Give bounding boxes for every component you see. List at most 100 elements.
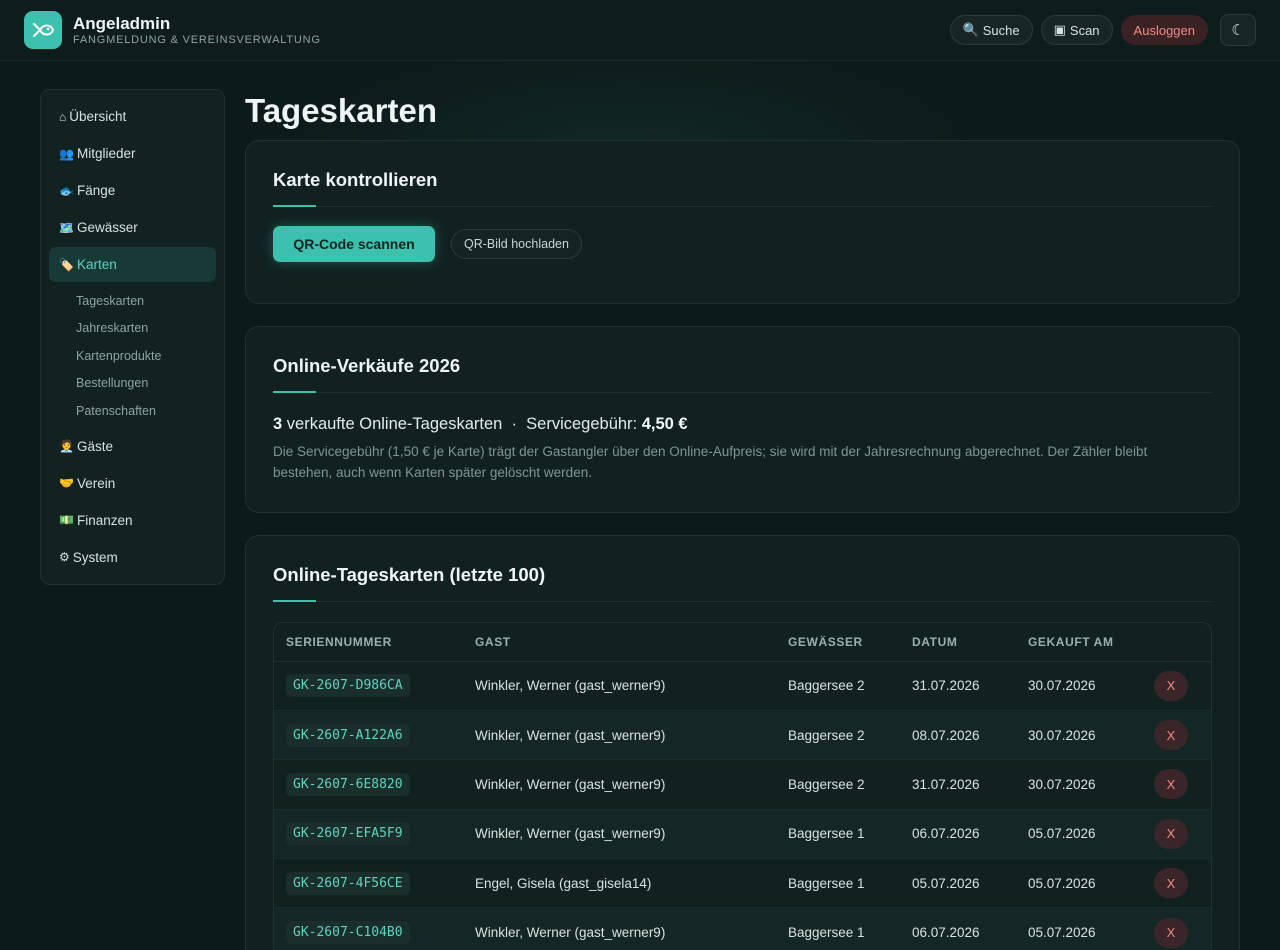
- column-header-actions: [1142, 623, 1211, 662]
- subnav-item-tageskarten[interactable]: Tageskarten: [49, 287, 216, 315]
- bought-cell: 30.07.2026: [1016, 661, 1142, 711]
- sales-stats: 3 verkaufte Online-Tageskarten · Service…: [273, 415, 1212, 434]
- money-icon: 💵: [59, 513, 74, 527]
- subnav-item-kartenprodukte[interactable]: Kartenprodukte: [49, 342, 216, 370]
- theme-toggle-moon-icon[interactable]: ☾: [1220, 14, 1256, 46]
- delete-button[interactable]: X: [1154, 818, 1188, 849]
- stats-separator: ·: [511, 415, 517, 433]
- fish-icon: 🐟: [59, 183, 74, 198]
- sidebar-item-label: Übersicht: [69, 109, 127, 124]
- search-icon: 🔍: [962, 22, 979, 37]
- handshake-icon: 🤝: [59, 476, 74, 490]
- table-row: GK-2607-6E8820 Winkler, Werner (gast_wer…: [274, 759, 1211, 810]
- sidebar-subnav-karten: Tageskarten Jahreskarten Kartenprodukte …: [49, 284, 216, 429]
- column-header-water[interactable]: Gewässer: [776, 623, 900, 662]
- table-row: GK-2607-D986CA Winkler, Werner (gast_wer…: [274, 661, 1211, 711]
- table-card: Online-Tageskarten (letzte 100) Seriennu…: [245, 535, 1240, 950]
- date-cell: 05.07.2026: [900, 858, 1016, 909]
- date-cell: 06.07.2026: [900, 907, 1016, 950]
- column-header-guest[interactable]: Gast: [463, 623, 776, 662]
- guest-cell: Winkler, Werner (gast_werner9): [463, 710, 776, 761]
- column-header-bought[interactable]: Gekauft am: [1016, 623, 1142, 662]
- subnav-item-jahreskarten[interactable]: Jahreskarten: [49, 315, 216, 343]
- qr-scan-button[interactable]: QR-Code scannen: [273, 226, 435, 262]
- subnav-item-patenschaften[interactable]: Patenschaften: [49, 397, 216, 425]
- brand-name: Angeladmin: [73, 13, 171, 33]
- serial-number[interactable]: GK-2607-D986CA: [286, 674, 410, 698]
- scan-icon: ▣: [1053, 22, 1066, 37]
- search-button[interactable]: 🔍 Suche: [949, 15, 1033, 45]
- column-header-date[interactable]: Datum: [900, 623, 1016, 662]
- sales-card: Online-Verkäufe 2026 3 verkaufte Online-…: [245, 326, 1240, 513]
- scan-label: Scan: [1069, 22, 1100, 38]
- qr-upload-button[interactable]: QR-Bild hochladen: [451, 229, 582, 259]
- guest-cell: Winkler, Werner (gast_werner9): [463, 661, 776, 711]
- water-cell: Baggersee 2: [776, 710, 900, 761]
- serial-number[interactable]: GK-2607-4F56CE: [286, 871, 410, 895]
- sales-note: Die Servicegebühr (1,50 € je Karte) träg…: [273, 444, 1148, 480]
- sidebar-item-label: System: [72, 549, 118, 565]
- logout-button[interactable]: Ausloggen: [1120, 15, 1208, 45]
- date-cell: 08.07.2026: [900, 710, 1016, 761]
- sidebar-item-finanzen[interactable]: 💵 Finanzen: [49, 503, 216, 538]
- table-header-row: Seriennummer Gast Gewässer Datum Gekauft…: [274, 623, 1211, 662]
- delete-button[interactable]: X: [1154, 720, 1188, 751]
- top-bar: Angeladmin Fangmeldung & Vereinsverwaltu…: [0, 0, 1280, 61]
- serial-number[interactable]: GK-2607-A122A6: [286, 723, 410, 747]
- sidebar-item-faenge[interactable]: 🐟 Fänge: [49, 173, 216, 208]
- fish-logo-icon[interactable]: [24, 11, 62, 49]
- column-header-serial[interactable]: Seriennummer: [274, 623, 463, 662]
- members-icon: 👥: [59, 146, 74, 161]
- table-card-title: Online-Tageskarten (letzte 100): [273, 536, 1212, 602]
- sidebar-item-label: Mitglieder: [76, 146, 136, 161]
- sidebar-item-verein[interactable]: 🤝 Verein: [49, 466, 216, 501]
- water-cell: Baggersee 2: [776, 661, 900, 711]
- gear-icon: ⚙: [59, 550, 70, 564]
- sidebar-item-label: Fänge: [76, 183, 116, 198]
- delete-button[interactable]: X: [1154, 868, 1188, 899]
- water-cell: Baggersee 2: [776, 759, 900, 810]
- delete-button[interactable]: X: [1154, 670, 1188, 701]
- water-cell: Baggersee 1: [776, 809, 900, 860]
- serial-number[interactable]: GK-2607-C104B0: [286, 921, 410, 945]
- scan-button[interactable]: ▣ Scan: [1040, 15, 1113, 45]
- sales-card-title: Online-Verkäufe 2026: [273, 327, 1212, 393]
- tickets-table: Seriennummer Gast Gewässer Datum Gekauft…: [274, 623, 1211, 950]
- sidebar-item-label: Gewässer: [76, 220, 138, 235]
- guest-cell: Engel, Gisela (gast_gisela14): [463, 858, 776, 909]
- delete-button[interactable]: X: [1154, 917, 1188, 948]
- serial-number[interactable]: GK-2607-EFA5F9: [286, 822, 410, 846]
- brand-subtitle: Fangmeldung & Vereinsverwaltung: [73, 33, 321, 46]
- guest-cell: Winkler, Werner (gast_werner9): [463, 759, 776, 810]
- guest-icon: 🧑‍💼: [59, 439, 74, 453]
- page-title: Tageskarten: [245, 92, 437, 129]
- sidebar-item-label: Finanzen: [76, 512, 133, 528]
- date-cell: 31.07.2026: [900, 759, 1016, 810]
- map-icon: 🗺️: [59, 220, 74, 235]
- table-row: GK-2607-A122A6 Winkler, Werner (gast_wer…: [274, 710, 1211, 761]
- sidebar-item-mitglieder[interactable]: 👥 Mitglieder: [49, 136, 216, 171]
- bought-cell: 30.07.2026: [1016, 710, 1142, 761]
- subnav-item-bestellungen[interactable]: Bestellungen: [49, 370, 216, 398]
- date-cell: 06.07.2026: [900, 809, 1016, 860]
- sidebar-item-gaeste[interactable]: 🧑‍💼 Gäste: [49, 429, 216, 464]
- sidebar-item-uebersicht[interactable]: ⌂ Übersicht: [49, 99, 216, 134]
- fee-label: Servicegebühr:: [526, 415, 638, 433]
- bought-cell: 05.07.2026: [1016, 809, 1142, 860]
- sidebar: ⌂ Übersicht 👥 Mitglieder 🐟 Fänge 🗺️ Gewä…: [40, 89, 225, 585]
- sidebar-item-karten[interactable]: 🏷️ Karten: [49, 247, 216, 282]
- control-card-title: Karte kontrollieren: [273, 141, 1212, 207]
- sidebar-item-gewaesser[interactable]: 🗺️ Gewässer: [49, 210, 216, 245]
- water-cell: Baggersee 1: [776, 907, 900, 950]
- fee-value: 4,50 €: [641, 415, 688, 433]
- date-cell: 31.07.2026: [900, 661, 1016, 711]
- search-label: Suche: [982, 22, 1020, 38]
- guest-cell: Winkler, Werner (gast_werner9): [463, 907, 776, 950]
- sidebar-item-label: Verein: [76, 475, 116, 491]
- table-row: GK-2607-EFA5F9 Winkler, Werner (gast_wer…: [274, 809, 1211, 860]
- control-actions: QR-Code scannen QR-Bild hochladen: [273, 226, 1212, 262]
- delete-button[interactable]: X: [1154, 769, 1188, 800]
- sidebar-item-system[interactable]: ⚙ System: [49, 540, 216, 575]
- tag-icon: 🏷️: [59, 257, 74, 272]
- serial-number[interactable]: GK-2607-6E8820: [286, 772, 410, 796]
